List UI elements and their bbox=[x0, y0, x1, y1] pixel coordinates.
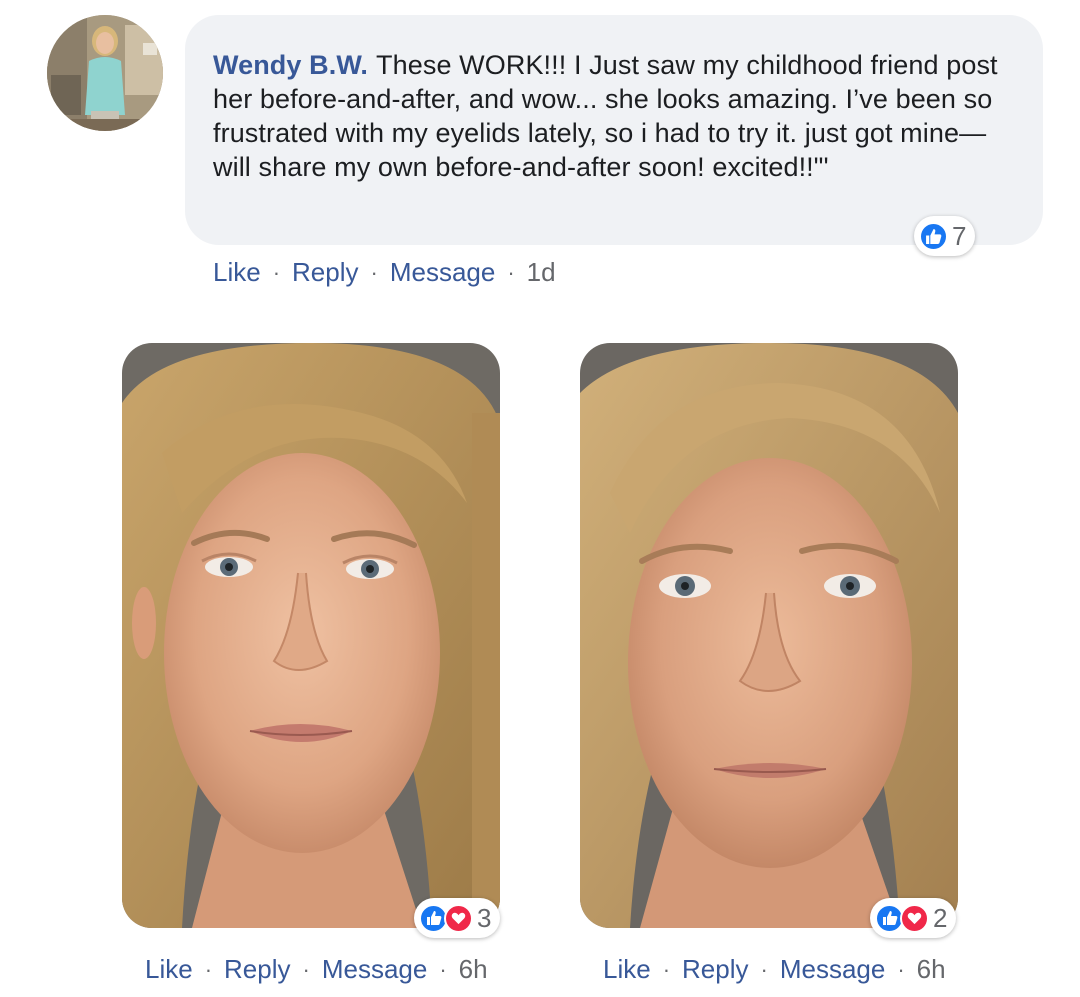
photo-1-actions: Like · Reply · Message · 6h bbox=[145, 954, 488, 985]
photo-1-reactions[interactable]: 3 bbox=[414, 898, 501, 938]
separator: · bbox=[760, 956, 768, 982]
separator: · bbox=[272, 259, 281, 285]
comment-timestamp[interactable]: 1d bbox=[527, 257, 556, 288]
reaction-count: 3 bbox=[477, 903, 492, 933]
reaction-count: 2 bbox=[933, 903, 948, 933]
photo-timestamp[interactable]: 6h bbox=[917, 954, 946, 985]
separator: · bbox=[204, 956, 213, 982]
message-button[interactable]: Message bbox=[780, 954, 886, 985]
like-button[interactable]: Like bbox=[145, 954, 193, 985]
comment-bubble: Wendy B.W. These WORK!!! I Just saw my ch… bbox=[185, 15, 1043, 245]
reply-button[interactable]: Reply bbox=[224, 954, 290, 985]
separator: · bbox=[439, 956, 447, 982]
photo-2-actions: Like · Reply · Message · 6h bbox=[603, 954, 946, 985]
separator: · bbox=[302, 956, 310, 982]
comment-author-link[interactable]: Wendy B.W. bbox=[213, 50, 368, 80]
love-icon bbox=[444, 903, 473, 933]
comment-body: Wendy B.W. These WORK!!! I Just saw my ch… bbox=[213, 48, 1003, 184]
message-button[interactable]: Message bbox=[322, 954, 428, 985]
comment-actions: Like · Reply · Message · 1d bbox=[213, 257, 556, 288]
reaction-count: 7 bbox=[952, 221, 967, 251]
separator: · bbox=[370, 259, 378, 285]
message-button[interactable]: Message bbox=[390, 257, 496, 288]
comment-reactions[interactable]: 7 bbox=[914, 216, 976, 256]
separator: · bbox=[507, 259, 515, 285]
before-photo[interactable] bbox=[122, 343, 500, 928]
photo-timestamp[interactable]: 6h bbox=[459, 954, 488, 985]
separator: · bbox=[897, 956, 905, 982]
love-icon bbox=[900, 903, 929, 933]
reply-button[interactable]: Reply bbox=[292, 257, 358, 288]
like-button[interactable]: Like bbox=[603, 954, 651, 985]
photo-2-reactions[interactable]: 2 bbox=[870, 898, 957, 938]
reply-button[interactable]: Reply bbox=[682, 954, 748, 985]
like-button[interactable]: Like bbox=[213, 257, 261, 288]
like-icon bbox=[919, 221, 948, 251]
after-photo[interactable] bbox=[580, 343, 958, 928]
commenter-avatar[interactable] bbox=[47, 15, 163, 131]
separator: · bbox=[662, 956, 671, 982]
